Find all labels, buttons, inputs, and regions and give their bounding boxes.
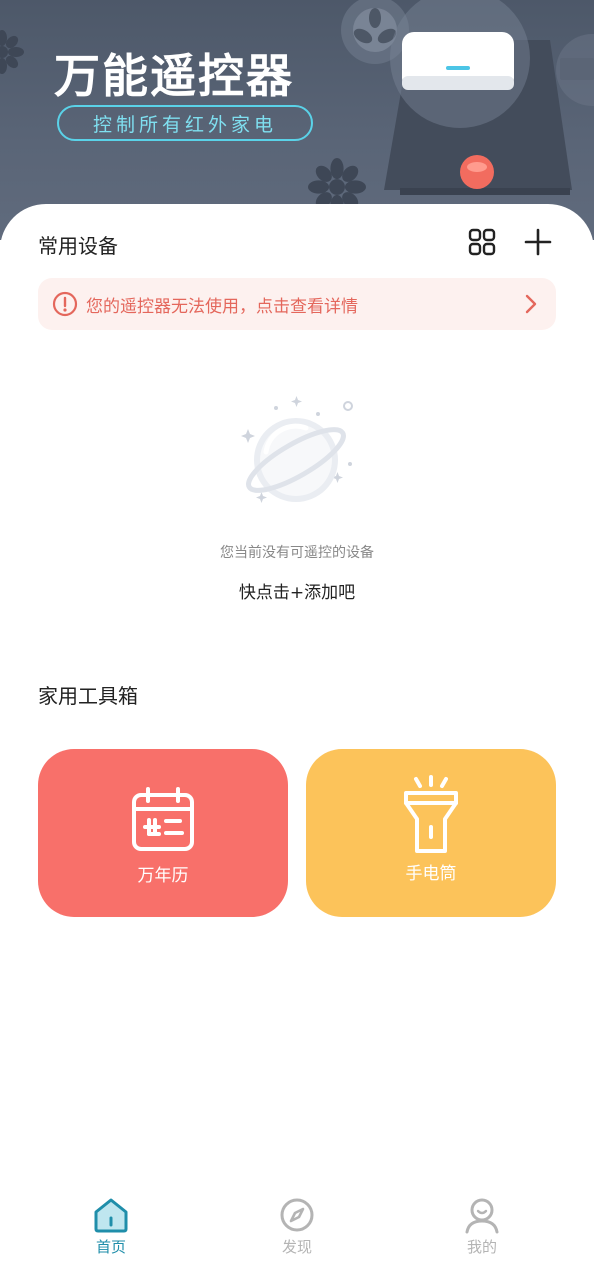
chevron-right-icon (525, 294, 537, 314)
toolbox-section-title: 家用工具箱 (38, 684, 138, 708)
nav-tab-home[interactable]: 首页 (51, 1196, 171, 1257)
remote-illustration-icon (341, 0, 594, 195)
nav-label-discover: 发现 (281, 1238, 312, 1256)
devices-section-title: 常用设备 (38, 234, 118, 258)
empty-planet-icon (241, 396, 353, 503)
add-device-button[interactable] (522, 226, 554, 258)
grid-view-button[interactable] (466, 226, 498, 258)
remote-warning-banner[interactable]: 您的遥控器无法使用，点击查看详情 (38, 278, 556, 330)
tool-flashlight-label: 手电筒 (405, 864, 457, 884)
nav-tab-profile[interactable]: 我的 (422, 1196, 542, 1257)
compass-icon (280, 1198, 314, 1232)
plus-icon (524, 228, 552, 256)
bottom-nav-bar: 首页 发现 我的 (0, 1196, 594, 1280)
tool-calendar-button[interactable]: 万年历 (38, 749, 288, 917)
tool-calendar-label: 万年历 (137, 866, 189, 886)
nav-label-home: 首页 (95, 1238, 126, 1256)
grid-icon (468, 228, 496, 256)
warning-text: 您的遥控器无法使用，点击查看详情 (86, 296, 358, 317)
flashlight-icon (404, 775, 458, 853)
nav-tab-discover[interactable]: 发现 (237, 1196, 357, 1257)
main-content-card: 常用设备 您的遥控器无法使用，点击查看详情 您当前没有可遥控的设备 快点击+添加… (0, 204, 594, 1280)
tool-flashlight-button[interactable]: 手电筒 (306, 749, 556, 917)
alert-icon (52, 291, 78, 317)
app-title: 万能遥控器 (54, 49, 294, 103)
empty-state-hint: 快点击+添加吧 (238, 583, 356, 603)
nav-label-profile: 我的 (466, 1238, 497, 1256)
profile-icon (465, 1198, 499, 1234)
app-subtitle: 控制所有红外家电 (57, 105, 313, 141)
flower-decoration-icon (0, 30, 24, 74)
calendar-icon (132, 787, 194, 851)
empty-state-message: 您当前没有可遥控的设备 (220, 545, 374, 561)
home-icon (94, 1198, 128, 1233)
